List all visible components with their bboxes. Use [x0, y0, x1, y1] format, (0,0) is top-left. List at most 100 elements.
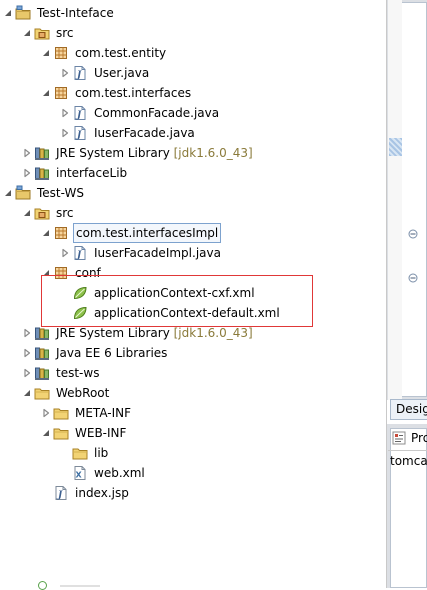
tree-item-text: com.test.entity — [75, 46, 167, 60]
expanded-twisty-icon[interactable] — [3, 187, 13, 199]
project-icon — [15, 5, 31, 21]
java-file-icon: J — [72, 65, 88, 81]
tree-item-text: WebRoot — [56, 386, 110, 400]
expanded-twisty-icon[interactable] — [41, 427, 51, 439]
tree-item-label: interfaceLib — [54, 164, 129, 182]
tree-item-web-inf[interactable]: WEB-INF — [0, 423, 386, 443]
tree-item-user-java[interactable]: J User.java — [0, 63, 386, 83]
tree-item-label: CommonFacade.java — [92, 104, 221, 122]
folder-icon — [53, 405, 69, 421]
collapsed-twisty-icon[interactable] — [60, 247, 70, 259]
tree-item-test-inteface[interactable]: Test-Inteface — [0, 3, 386, 23]
tree-item-text: CommonFacade.java — [94, 106, 220, 120]
tree-item-label: IuserFacadeImpl.java — [92, 244, 223, 262]
tree-item-text: META-INF — [75, 406, 132, 420]
tree-item-index-jsp[interactable]: Jindex.jsp — [0, 483, 386, 503]
tree-item-text: com.test.interfaces — [75, 86, 192, 100]
tree-item-text: interfaceLib — [56, 166, 128, 180]
tree-item-label: IuserFacade.java — [92, 124, 197, 142]
design-tab[interactable]: Desig — [390, 399, 427, 420]
fold-collapse-icon[interactable] — [408, 228, 418, 239]
problems-tab-label: Pro — [411, 431, 427, 445]
collapsed-twisty-icon[interactable] — [22, 147, 32, 159]
collapsed-twisty-icon[interactable] — [41, 407, 51, 419]
expanded-twisty-icon[interactable] — [41, 87, 51, 99]
editor-ruler — [388, 0, 402, 400]
problems-tab[interactable]: Pro — [388, 428, 427, 451]
java-file-icon: J — [72, 125, 88, 141]
tree-item-iuserfacadeimpl-java[interactable]: J IuserFacadeImpl.java — [0, 243, 386, 263]
expanded-twisty-icon[interactable] — [41, 227, 51, 239]
expanded-twisty-icon[interactable] — [22, 27, 32, 39]
tree-item-text: JRE System Library — [56, 326, 170, 340]
tree-item-text: User.java — [94, 66, 150, 80]
tree-item-src-2[interactable]: src — [0, 203, 386, 223]
tree-item-text: IuserFacadeImpl.java — [94, 246, 221, 260]
tree-item-test-ws-lib[interactable]: test-ws — [0, 363, 386, 383]
tree-item-web-xml[interactable]: Xweb.xml — [0, 463, 386, 483]
tree-item-interfacelib[interactable]: interfaceLib — [0, 163, 386, 183]
tree-item-label: src — [54, 24, 76, 42]
expanded-twisty-icon[interactable] — [22, 387, 32, 399]
tree-item-label: WebRoot — [54, 384, 111, 402]
tree-item-lib[interactable]: lib — [0, 443, 386, 463]
folder-icon — [34, 385, 50, 401]
expanded-twisty-icon[interactable] — [22, 207, 32, 219]
project-icon — [15, 185, 31, 201]
tree-item-decoration: [jdk1.6.0_43] — [169, 146, 253, 160]
tree-item-label: com.test.interfaces — [73, 84, 193, 102]
collapsed-twisty-icon[interactable] — [60, 127, 70, 139]
tree-item-commonfacade-java[interactable]: J CommonFacade.java — [0, 103, 386, 123]
annotation-highlight-box — [41, 275, 313, 327]
tree-item-iuserfacade-java[interactable]: J IuserFacade.java — [0, 123, 386, 143]
expanded-twisty-icon[interactable] — [41, 47, 51, 59]
status-strip — [0, 578, 386, 590]
svg-text:X: X — [76, 471, 83, 480]
tree-item-text: test-ws — [56, 366, 100, 380]
tree-item-label: src — [54, 204, 76, 222]
tree-item-meta-inf[interactable]: META-INF — [0, 403, 386, 423]
xml-file-icon: X — [72, 465, 88, 481]
tree-item-label: com.test.interfacesImpl — [73, 223, 222, 243]
tree-item-label: Java EE 6 Libraries — [54, 344, 169, 362]
tree-item-test-ws[interactable]: Test-WS — [0, 183, 386, 203]
svg-text:J: J — [56, 491, 63, 501]
status-text-stub — [60, 585, 100, 587]
design-tab-label: Desig — [396, 402, 427, 416]
tree-item-label: Test-WS — [35, 184, 86, 202]
expanded-twisty-icon[interactable] — [3, 7, 13, 19]
collapsed-twisty-icon[interactable] — [60, 67, 70, 79]
java-file-icon: J — [72, 105, 88, 121]
console-text: tomca — [390, 454, 427, 468]
problems-icon — [392, 431, 406, 445]
tree-item-pkg-entity[interactable]: com.test.entity — [0, 43, 386, 63]
tree-item-text: index.jsp — [75, 486, 129, 500]
tree-item-webroot[interactable]: WebRoot — [0, 383, 386, 403]
tree-item-pkg-interfacesimpl[interactable]: com.test.interfacesImpl — [0, 223, 386, 243]
collapsed-twisty-icon[interactable] — [22, 327, 32, 339]
tree-item-pkg-interfaces[interactable]: com.test.interfaces — [0, 83, 386, 103]
tree-item-text: src — [56, 26, 74, 40]
library-icon — [34, 365, 50, 381]
collapsed-twisty-icon[interactable] — [22, 347, 32, 359]
tree-item-javaee6[interactable]: Java EE 6 Libraries — [0, 343, 386, 363]
tree-item-label: lib — [92, 444, 110, 462]
tree-item-label: WEB-INF — [73, 424, 128, 442]
library-icon — [34, 165, 50, 181]
library-icon — [34, 325, 50, 341]
collapsed-twisty-icon[interactable] — [60, 107, 70, 119]
collapsed-twisty-icon[interactable] — [22, 367, 32, 379]
collapsed-twisty-icon[interactable] — [22, 167, 32, 179]
jsp-file-icon: J — [53, 485, 69, 501]
fold-collapse-icon[interactable] — [408, 272, 418, 283]
package-icon — [53, 85, 69, 101]
library-icon — [34, 345, 50, 361]
tree-item-text: src — [56, 206, 74, 220]
svg-text:J: J — [75, 131, 82, 141]
tree-item-jre-1[interactable]: JRE System Library [jdk1.6.0_43] — [0, 143, 386, 163]
folder-icon — [72, 445, 88, 461]
tree-item-src-1[interactable]: src — [0, 23, 386, 43]
tree-item-label: index.jsp — [73, 484, 131, 502]
package-icon — [53, 45, 69, 61]
folder-icon — [53, 425, 69, 441]
